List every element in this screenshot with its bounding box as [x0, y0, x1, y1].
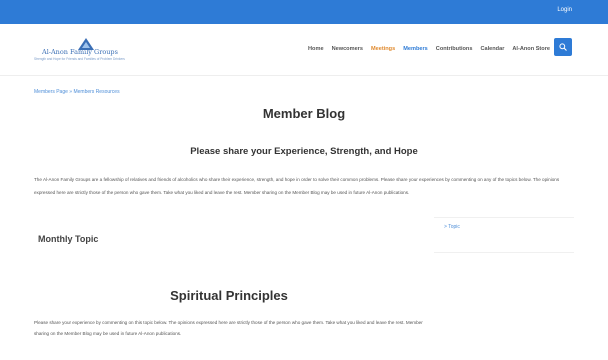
logo-tagline: Strength and Hope for Friends and Famili… [34, 57, 125, 61]
page-subtitle: Please share your Experience, Strength, … [190, 146, 418, 157]
sidebar-widget: > Topic [434, 217, 574, 253]
site-logo[interactable]: Al-Anon Family Groups Strength and Hope … [34, 38, 144, 62]
nav-members[interactable]: Members [403, 46, 428, 52]
nav-calendar[interactable]: Calendar [480, 46, 504, 52]
main-nav: Home Newcomers Meetings Members Contribu… [308, 46, 550, 52]
nav-home[interactable]: Home [308, 46, 324, 52]
section-title: Spiritual Principles [170, 288, 288, 303]
nav-meetings[interactable]: Meetings [371, 46, 395, 52]
login-link[interactable]: Login [557, 7, 572, 13]
search-button[interactable] [554, 38, 572, 56]
nav-al-anon-store[interactable]: Al-Anon Store [512, 46, 550, 52]
nav-newcomers[interactable]: Newcomers [332, 46, 363, 52]
intro-paragraph: The Al-Anon Family Groups are a fellowsh… [34, 177, 560, 195]
top-bar: Login [0, 0, 608, 24]
nav-contributions[interactable]: Contributions [436, 46, 473, 52]
monthly-topic-heading: Monthly Topic [38, 234, 99, 244]
breadcrumb[interactable]: Members Page » Members Resources [34, 89, 120, 95]
search-icon [559, 43, 567, 51]
logo-wordmark: Al-Anon Family Groups [42, 48, 118, 56]
sidebar-topic-link[interactable]: > Topic [444, 224, 460, 230]
page-title: Member Blog [262, 106, 346, 121]
section-body-text: Please share your experience by commenti… [34, 320, 423, 336]
